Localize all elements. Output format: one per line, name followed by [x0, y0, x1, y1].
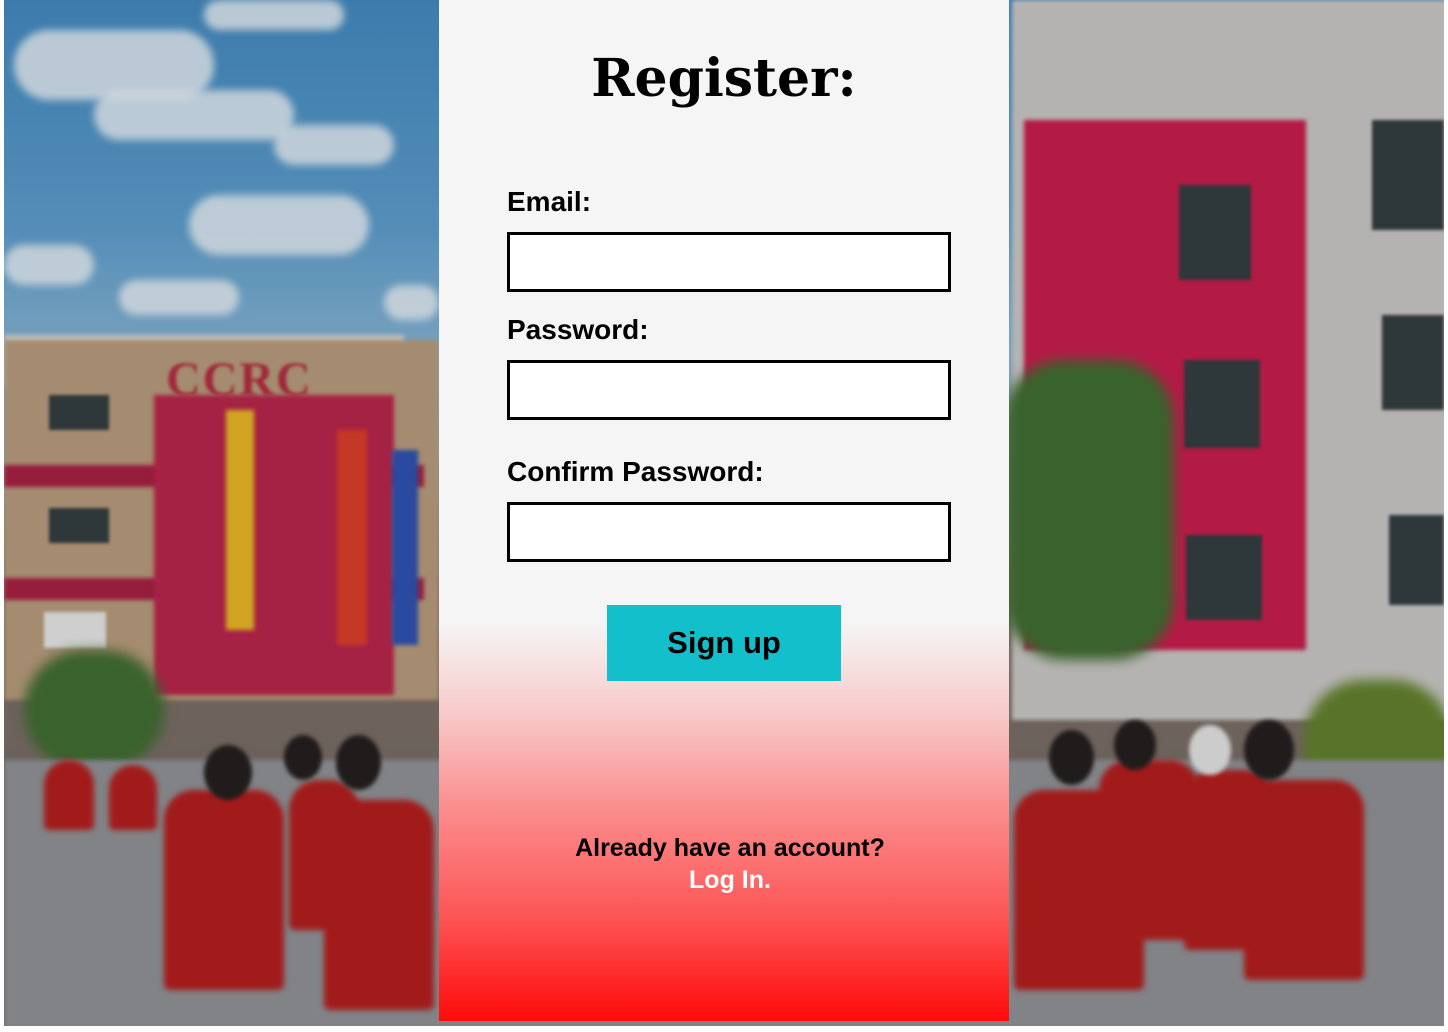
page-title: Register: [591, 48, 857, 109]
already-account-text: Already have an account? [575, 834, 885, 862]
password-label: Password: [507, 314, 649, 345]
confirm-password-label: Confirm Password: [507, 456, 764, 487]
email-field[interactable] [507, 232, 951, 292]
password-field[interactable] [507, 360, 951, 420]
confirm-password-field[interactable] [507, 502, 951, 562]
register-panel: Register: Email: Password: Confirm Passw… [439, 0, 1009, 1021]
email-label: Email: [507, 186, 592, 217]
login-link[interactable]: Log In. [439, 866, 1021, 895]
sign-up-button[interactable]: Sign up [607, 605, 841, 681]
